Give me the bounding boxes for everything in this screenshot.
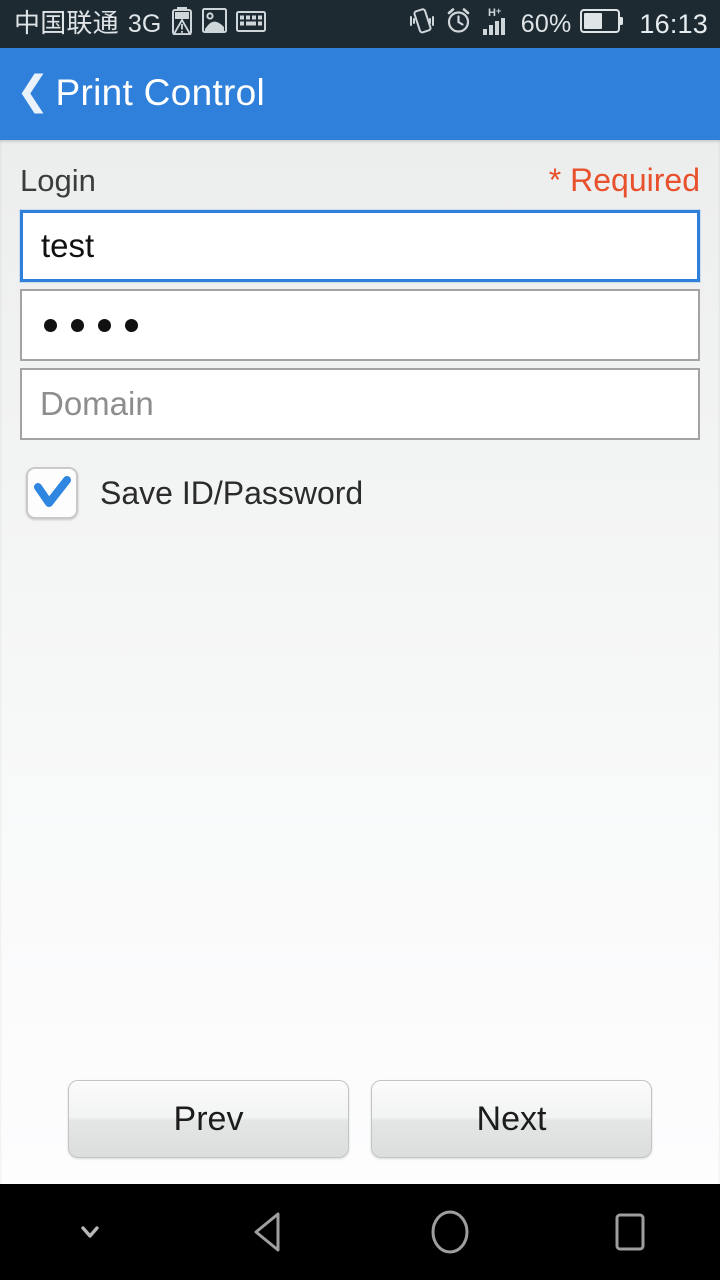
page-title: Print Control <box>55 71 266 113</box>
status-bar: 中国联通 3G H + 60% 16:13 <box>0 0 720 48</box>
app-bar: ❮ Print Control <box>0 48 720 140</box>
password-masked-value <box>40 318 138 332</box>
form-header-row: Login * Required <box>20 140 700 210</box>
username-input[interactable]: test <box>20 210 700 282</box>
keyboard-icon <box>235 10 266 39</box>
vibrate-icon <box>408 7 436 42</box>
back-button[interactable]: ❮ Print Control <box>10 68 275 121</box>
password-input[interactable] <box>20 289 700 361</box>
svg-text:H: H <box>488 7 496 19</box>
circle-home-icon <box>431 1210 469 1254</box>
chevron-left-icon: ❮ <box>16 67 50 114</box>
android-nav-bar <box>0 1184 720 1280</box>
save-credentials-label: Save ID/Password <box>100 475 364 511</box>
nav-home-button[interactable] <box>360 1184 540 1280</box>
save-credentials-checkbox[interactable] <box>26 467 78 519</box>
domain-input[interactable]: Domain <box>20 368 700 440</box>
footer-buttons: Prev Next <box>20 1080 700 1184</box>
clock: 16:13 <box>639 8 708 39</box>
checkmark-icon <box>34 476 71 507</box>
username-value: test <box>41 227 95 264</box>
password-dot <box>71 318 84 332</box>
nav-recents-button[interactable] <box>540 1184 720 1280</box>
domain-placeholder: Domain <box>40 385 154 422</box>
next-button[interactable]: Next <box>371 1080 652 1158</box>
password-dot <box>44 318 57 332</box>
alarm-icon <box>445 7 472 41</box>
svg-text:+: + <box>496 6 501 16</box>
network-type: 3G <box>127 9 162 38</box>
chevron-down-icon <box>81 1226 99 1238</box>
hide-keyboard-button[interactable] <box>0 1184 180 1280</box>
square-recents-icon <box>615 1213 645 1251</box>
save-credentials-row[interactable]: Save ID/Password <box>20 467 700 519</box>
triangle-back-icon <box>254 1212 280 1252</box>
battery-warning-icon <box>171 6 193 42</box>
nav-back-button[interactable] <box>180 1184 360 1280</box>
login-form: Login * Required test Domain Save ID/Pas… <box>0 140 720 1184</box>
password-dot <box>98 318 111 332</box>
status-bar-left: 中国联通 3G <box>14 6 408 42</box>
battery-icon <box>580 8 624 40</box>
signal-hplus-icon: H + <box>481 6 511 43</box>
status-bar-right: H + 60% 16:13 <box>408 6 708 43</box>
photo-icon <box>201 8 227 40</box>
section-label-login: Login <box>20 163 96 198</box>
required-note: * Required <box>548 162 700 198</box>
password-dot <box>125 318 138 332</box>
prev-button[interactable]: Prev <box>68 1080 349 1158</box>
carrier-name: 中国联通 <box>14 9 119 39</box>
battery-percent: 60% <box>520 9 572 38</box>
phone-screen: 中国联通 3G H + 60% 16:13 ❮ Print Control Lo… <box>0 0 720 1280</box>
